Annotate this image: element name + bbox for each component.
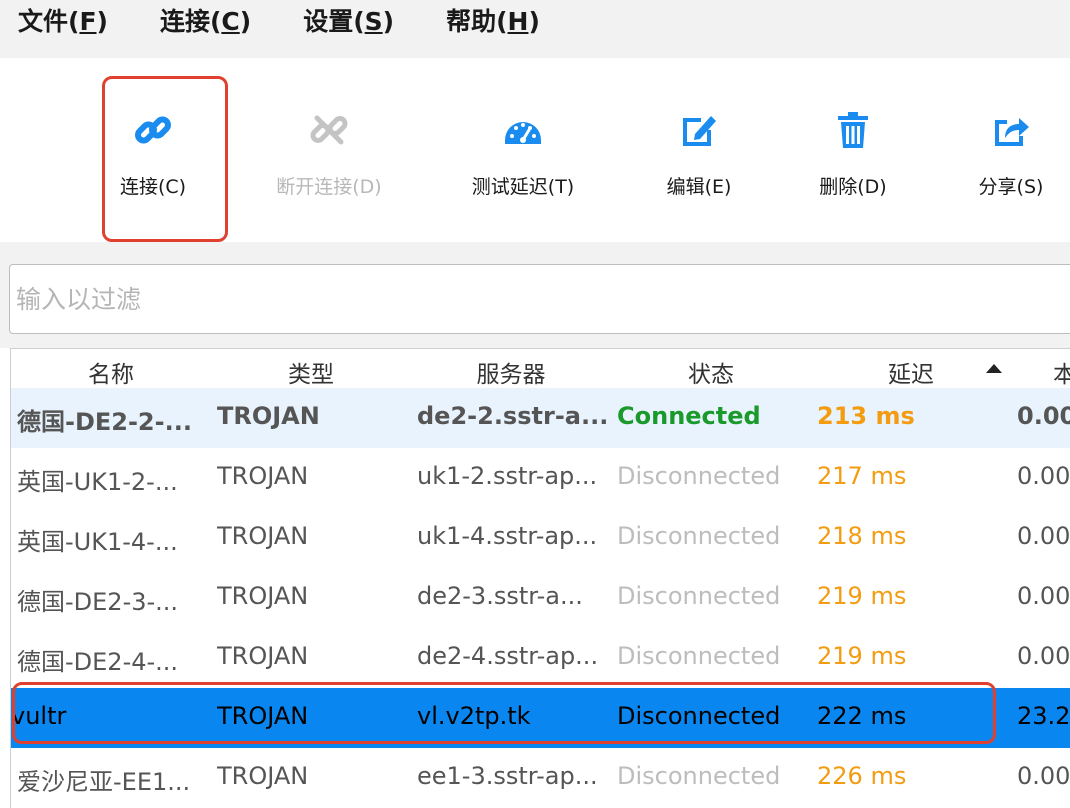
table-row[interactable]: 德国-DE2-2-... TROJAN de2-2.sstr-a... Conn… xyxy=(11,388,1070,448)
share-button[interactable]: 分享(S) xyxy=(936,58,1070,242)
row-status: Disconnected xyxy=(617,522,781,550)
disconnect-button[interactable]: 断开连接(D) xyxy=(254,58,404,242)
row-extra: 0.00 xyxy=(1017,582,1070,610)
menu-settings-end: ) xyxy=(382,7,395,36)
row-delay: 218 ms xyxy=(817,522,907,550)
test-latency-button-label: 测试延迟(T) xyxy=(471,176,575,198)
column-header-extra[interactable]: 本 xyxy=(1053,355,1070,389)
table-row[interactable]: 英国-UK1-2-... TROJAN uk1-2.sstr-ap... Dis… xyxy=(11,448,1070,508)
delete-button[interactable]: 删除(D) xyxy=(778,58,928,242)
speedometer-icon xyxy=(503,110,543,150)
filter-input[interactable] xyxy=(9,264,1070,334)
row-delay: 219 ms xyxy=(817,582,907,610)
share-button-label: 分享(S) xyxy=(978,176,1044,198)
row-extra: 0.00 xyxy=(1017,762,1070,790)
menu-bar: 文件(F) 连接(C) 设置(S) 帮助(H) xyxy=(0,0,1070,58)
menu-connect-label: 连接( xyxy=(159,7,222,36)
row-extra: 0.00 xyxy=(1017,642,1070,670)
row-name: 德国-DE2-3-... xyxy=(17,588,179,616)
filter-area xyxy=(0,242,1070,348)
connect-highlight-box xyxy=(102,76,228,242)
delete-button-label: 删除(D) xyxy=(819,176,887,198)
row-server: ee1-3.sstr-ap... xyxy=(417,762,598,790)
edit-button[interactable]: 编辑(E) xyxy=(624,58,774,242)
disconnect-button-label: 断开连接(D) xyxy=(276,176,382,198)
row-delay: 219 ms xyxy=(817,642,907,670)
row-name: 德国-DE2-2-... xyxy=(17,408,192,436)
menu-file-label: 文件( xyxy=(18,7,80,36)
column-header-type[interactable]: 类型 xyxy=(251,355,371,389)
selected-row-highlight-box xyxy=(12,682,996,744)
menu-connect[interactable]: 连接(C) xyxy=(160,0,251,38)
row-name: 德国-DE2-4-... xyxy=(17,648,179,676)
menu-help-label: 帮助( xyxy=(446,7,508,36)
row-extra: 0.00 xyxy=(1017,462,1070,490)
row-type: TROJAN xyxy=(217,762,309,790)
row-status: Disconnected xyxy=(617,582,781,610)
menu-help-key: H xyxy=(507,7,529,36)
row-extra: 23.2 xyxy=(1017,702,1070,730)
column-header-delay[interactable]: 延迟 xyxy=(851,355,971,389)
row-server: uk1-2.sstr-ap... xyxy=(417,462,598,490)
menu-file-key: F xyxy=(79,7,97,36)
row-extra: 0.00 xyxy=(1017,522,1070,550)
menu-connect-key: C xyxy=(221,7,240,36)
menu-settings[interactable]: 设置(S) xyxy=(303,0,394,38)
row-name: 爱沙尼亚-EE1... xyxy=(17,768,191,796)
row-type: TROJAN xyxy=(217,402,320,430)
row-status: Disconnected xyxy=(617,462,781,490)
row-server: de2-4.sstr-ap... xyxy=(417,642,599,670)
menu-file[interactable]: 文件(F) xyxy=(18,0,108,38)
row-type: TROJAN xyxy=(217,522,309,550)
table-row[interactable]: 爱沙尼亚-EE1... TROJAN ee1-3.sstr-ap... Disc… xyxy=(11,748,1070,808)
row-type: TROJAN xyxy=(217,642,309,670)
share-icon xyxy=(991,110,1031,150)
row-type: TROJAN xyxy=(217,462,309,490)
menu-settings-label: 设置( xyxy=(303,7,365,36)
menu-file-end: ) xyxy=(96,7,108,36)
row-status: Disconnected xyxy=(617,762,781,790)
row-status: Connected xyxy=(617,402,761,430)
test-latency-button[interactable]: 测试延迟(T) xyxy=(448,58,598,242)
menu-help-end: ) xyxy=(528,7,540,36)
row-type: TROJAN xyxy=(217,582,309,610)
edit-button-label: 编辑(E) xyxy=(666,176,732,198)
sort-ascending-icon xyxy=(986,364,1002,373)
edit-icon xyxy=(679,110,719,150)
row-extra: 0.00 xyxy=(1017,402,1070,430)
column-header-name[interactable]: 名称 xyxy=(51,355,171,389)
table-row[interactable]: 德国-DE2-4-... TROJAN de2-4.sstr-ap... Dis… xyxy=(11,628,1070,688)
menu-help[interactable]: 帮助(H) xyxy=(446,0,540,38)
column-header-server[interactable]: 服务器 xyxy=(451,355,571,389)
row-server: de2-2.sstr-a... xyxy=(417,402,607,430)
row-status: Disconnected xyxy=(617,642,781,670)
column-header-status[interactable]: 状态 xyxy=(651,355,771,389)
table-row[interactable]: 德国-DE2-3-... TROJAN de2-3.sstr-a... Disc… xyxy=(11,568,1070,628)
menu-connect-end: ) xyxy=(239,7,252,36)
table-header: 名称 类型 服务器 状态 延迟 本 xyxy=(11,348,1070,389)
table-row[interactable]: 英国-UK1-4-... TROJAN uk1-4.sstr-ap... Dis… xyxy=(11,508,1070,568)
row-server: de2-3.sstr-a... xyxy=(417,582,583,610)
row-name: 英国-UK1-4-... xyxy=(17,528,178,556)
row-server: uk1-4.sstr-ap... xyxy=(417,522,598,550)
row-delay: 226 ms xyxy=(817,762,907,790)
trash-icon xyxy=(833,110,873,150)
row-delay: 213 ms xyxy=(817,402,915,430)
menu-settings-key: S xyxy=(364,7,383,36)
row-name: 英国-UK1-2-... xyxy=(17,468,178,496)
row-delay: 217 ms xyxy=(817,462,907,490)
unlink-icon xyxy=(309,110,349,150)
